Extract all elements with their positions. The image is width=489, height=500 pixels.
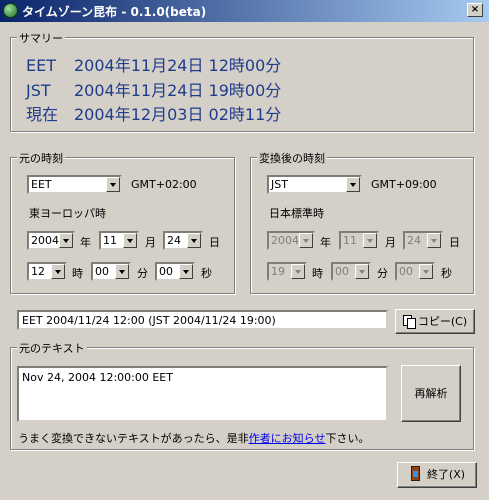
summary-now-label: 現在 xyxy=(26,105,59,124)
source-minute-unit: 分 xyxy=(137,267,148,280)
chevron-down-icon xyxy=(291,264,305,279)
chevron-down-icon[interactable] xyxy=(59,233,73,248)
target-year-unit: 年 xyxy=(320,236,331,249)
reparse-button[interactable]: 再解析 xyxy=(401,365,461,422)
copy-icon xyxy=(402,315,416,329)
close-button[interactable]: × xyxy=(467,3,483,17)
target-second-select: 00 xyxy=(395,262,435,281)
source-second-value: 00 xyxy=(159,265,173,278)
source-year-unit: 年 xyxy=(80,236,91,249)
target-day-select: 24 xyxy=(403,231,443,250)
source-timezone-name: 東ヨーロッパ時 xyxy=(29,207,106,220)
app-globe-icon xyxy=(3,3,18,18)
door-exit-icon xyxy=(409,466,423,482)
chevron-down-icon xyxy=(355,264,369,279)
source-offset: GMT+02:00 xyxy=(131,178,197,191)
source-month-select[interactable]: 11 xyxy=(99,231,139,250)
target-hour-select: 19 xyxy=(267,262,307,281)
chevron-down-icon[interactable] xyxy=(115,264,129,279)
target-timezone-select[interactable]: JST xyxy=(267,175,362,194)
source-second-select[interactable]: 00 xyxy=(155,262,195,281)
target-day-value: 24 xyxy=(407,234,421,247)
source-month-value: 11 xyxy=(103,234,117,247)
chevron-down-icon xyxy=(299,233,313,248)
target-hour-value: 19 xyxy=(271,265,285,278)
chevron-down-icon[interactable] xyxy=(51,264,65,279)
chevron-down-icon xyxy=(427,233,441,248)
title-bar: タイムゾーン昆布 - 0.1.0(beta) × xyxy=(0,0,489,22)
source-text-legend: 元のテキスト xyxy=(17,340,87,356)
chevron-down-icon[interactable] xyxy=(187,233,201,248)
source-minute-value: 00 xyxy=(95,265,109,278)
exit-button-label: 終了(X) xyxy=(426,468,466,481)
app-window: タイムゾーン昆布 - 0.1.0(beta) × サマリー EET 2004年11… xyxy=(0,0,489,500)
source-hour-select[interactable]: 12 xyxy=(27,262,67,281)
source-day-unit: 日 xyxy=(209,236,220,249)
summary-line-now: 現在 2004年12月03日 02時11分 xyxy=(26,101,281,125)
exit-button[interactable]: 終了(X) xyxy=(397,462,477,488)
target-minute-unit: 分 xyxy=(377,267,388,280)
target-second-value: 00 xyxy=(399,265,413,278)
copy-button[interactable]: コピー(C) xyxy=(395,309,475,334)
target-day-unit: 日 xyxy=(449,236,460,249)
summary-target-value: 2004年11月24日 19時00分 xyxy=(74,81,282,100)
source-year-value: 2004 xyxy=(31,234,59,247)
contact-author-link[interactable]: 作者にお知らせ xyxy=(249,432,326,445)
source-day-value: 24 xyxy=(167,234,181,247)
target-minute-select: 00 xyxy=(331,262,371,281)
summary-legend: サマリー xyxy=(17,30,65,46)
source-hour-unit: 時 xyxy=(72,267,83,280)
target-time-legend: 変換後の時刻 xyxy=(257,150,327,166)
window-title: タイムゾーン昆布 - 0.1.0(beta) xyxy=(22,5,207,19)
source-month-unit: 月 xyxy=(145,236,156,249)
result-text-field[interactable]: EET 2004/11/24 12:00 (JST 2004/11/24 19:… xyxy=(17,310,388,330)
source-text-area[interactable]: Nov 24, 2004 12:00:00 EET xyxy=(17,366,388,422)
summary-target-label: JST xyxy=(26,81,51,100)
summary-source-label: EET xyxy=(26,56,56,75)
chevron-down-icon xyxy=(363,233,377,248)
summary-source-value: 2004年11月24日 12時00分 xyxy=(74,56,282,75)
chevron-down-icon[interactable] xyxy=(123,233,137,248)
target-timezone-name: 日本標準時 xyxy=(269,207,324,220)
target-month-value: 11 xyxy=(343,234,357,247)
chevron-down-icon[interactable] xyxy=(106,177,120,192)
source-minute-select[interactable]: 00 xyxy=(91,262,131,281)
target-offset: GMT+09:00 xyxy=(371,178,437,191)
feedback-note: うまく変換できないテキストがあったら、是非作者にお知らせ下さい。 xyxy=(18,430,369,446)
target-hour-unit: 時 xyxy=(312,267,323,280)
summary-line-source: EET 2004年11月24日 12時00分 xyxy=(26,52,281,76)
copy-button-label: コピー(C) xyxy=(417,315,468,328)
source-time-legend: 元の時刻 xyxy=(17,150,65,166)
target-second-unit: 秒 xyxy=(441,267,452,280)
feedback-note-suffix: 下さい。 xyxy=(325,432,370,445)
target-year-select: 2004 xyxy=(267,231,315,250)
target-timezone-value: JST xyxy=(271,178,288,191)
chevron-down-icon[interactable] xyxy=(346,177,360,192)
target-month-unit: 月 xyxy=(385,236,396,249)
source-timezone-select[interactable]: EET xyxy=(27,175,122,194)
target-month-select: 11 xyxy=(339,231,379,250)
chevron-down-icon[interactable] xyxy=(179,264,193,279)
source-hour-value: 12 xyxy=(31,265,45,278)
target-year-value: 2004 xyxy=(271,234,299,247)
source-second-unit: 秒 xyxy=(201,267,212,280)
source-day-select[interactable]: 24 xyxy=(163,231,203,250)
source-year-select[interactable]: 2004 xyxy=(27,231,75,250)
chevron-down-icon xyxy=(419,264,433,279)
summary-line-target: JST 2004年11月24日 19時00分 xyxy=(26,77,281,101)
source-timezone-value: EET xyxy=(31,178,52,191)
target-minute-value: 00 xyxy=(335,265,349,278)
summary-now-value: 2004年12月03日 02時11分 xyxy=(74,105,282,124)
feedback-note-prefix: うまく変換できないテキストがあったら、是非 xyxy=(18,432,249,445)
